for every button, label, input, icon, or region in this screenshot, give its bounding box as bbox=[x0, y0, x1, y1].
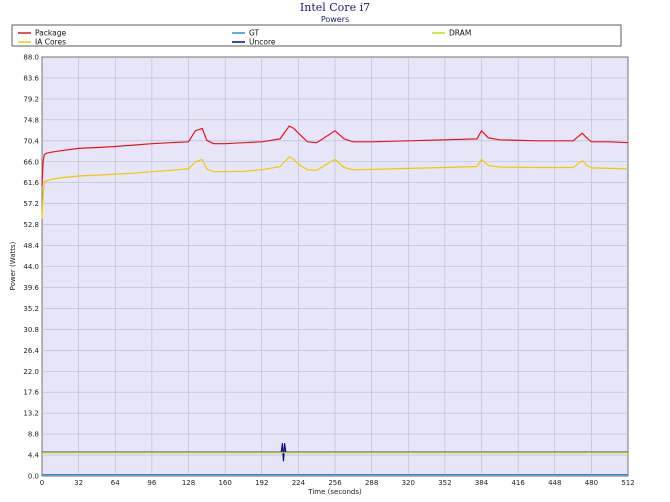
x-tick-label: 288 bbox=[365, 479, 378, 487]
chart-subtitle: Powers bbox=[321, 15, 349, 24]
x-axis-label: Time (seconds) bbox=[307, 488, 362, 496]
y-tick-label: 66.0 bbox=[23, 158, 39, 166]
y-tick-label: 30.8 bbox=[23, 326, 39, 334]
y-tick-label: 17.6 bbox=[23, 389, 39, 397]
x-tick-label: 128 bbox=[182, 479, 195, 487]
x-tick-label: 192 bbox=[255, 479, 268, 487]
y-tick-label: 57.2 bbox=[23, 200, 39, 208]
x-tick-label: 0 bbox=[40, 479, 44, 487]
legend-label: IA Cores bbox=[35, 38, 66, 47]
x-tick-label: 512 bbox=[621, 479, 634, 487]
x-tick-label: 448 bbox=[548, 479, 561, 487]
x-tick-label: 480 bbox=[585, 479, 598, 487]
y-tick-label: 88.0 bbox=[23, 54, 39, 62]
y-tick-label: 4.4 bbox=[28, 452, 40, 460]
x-tick-label: 96 bbox=[147, 479, 156, 487]
y-tick-label: 44.0 bbox=[23, 263, 39, 271]
x-tick-label: 256 bbox=[328, 479, 342, 487]
x-tick-label: 32 bbox=[74, 479, 83, 487]
y-tick-label: 26.4 bbox=[23, 347, 39, 355]
legend-label: Uncore bbox=[249, 38, 276, 47]
y-tick-label: 52.8 bbox=[23, 221, 39, 229]
x-tick-label: 224 bbox=[292, 479, 306, 487]
legend-label: Package bbox=[35, 29, 66, 38]
y-tick-label: 13.2 bbox=[23, 410, 39, 418]
y-tick-label: 35.2 bbox=[23, 305, 39, 313]
y-axis-label: Power (Watts) bbox=[9, 241, 17, 290]
x-tick-label: 320 bbox=[402, 479, 415, 487]
x-tick-label: 384 bbox=[475, 479, 489, 487]
y-tick-label: 70.4 bbox=[23, 137, 39, 145]
x-tick-label: 352 bbox=[438, 479, 451, 487]
x-tick-label: 160 bbox=[218, 479, 231, 487]
y-tick-label: 61.6 bbox=[23, 179, 39, 187]
legend-label: DRAM bbox=[449, 29, 471, 38]
x-axis-ticks: 0 32 64 96 128 160 192 224 256 288 320 352 384 416 448… bbox=[40, 479, 635, 487]
y-tick-label: 8.8 bbox=[28, 431, 39, 439]
y-axis-ticks: 0.0 4.4 8.8 13.2 17.6 22.0 26.4 30.8 35.2 39.6 44.… bbox=[23, 54, 39, 481]
grid bbox=[42, 57, 628, 476]
chart-title: Intel Core i7 bbox=[300, 1, 370, 14]
y-tick-label: 39.6 bbox=[23, 284, 39, 292]
y-tick-label: 22.0 bbox=[23, 368, 39, 376]
y-tick-label: 79.2 bbox=[23, 95, 39, 103]
power-chart: Intel Core i7 Powers Package GT DRAM IA Cor… bbox=[9, 1, 635, 496]
legend-box bbox=[11, 24, 622, 47]
x-tick-label: 64 bbox=[111, 479, 120, 487]
x-tick-label: 416 bbox=[511, 479, 525, 487]
y-tick-label: 83.6 bbox=[23, 74, 39, 82]
legend-label: GT bbox=[249, 29, 260, 38]
y-tick-label: 48.4 bbox=[23, 242, 39, 250]
y-tick-label: 0.0 bbox=[28, 473, 39, 481]
y-tick-label: 74.8 bbox=[23, 116, 39, 124]
